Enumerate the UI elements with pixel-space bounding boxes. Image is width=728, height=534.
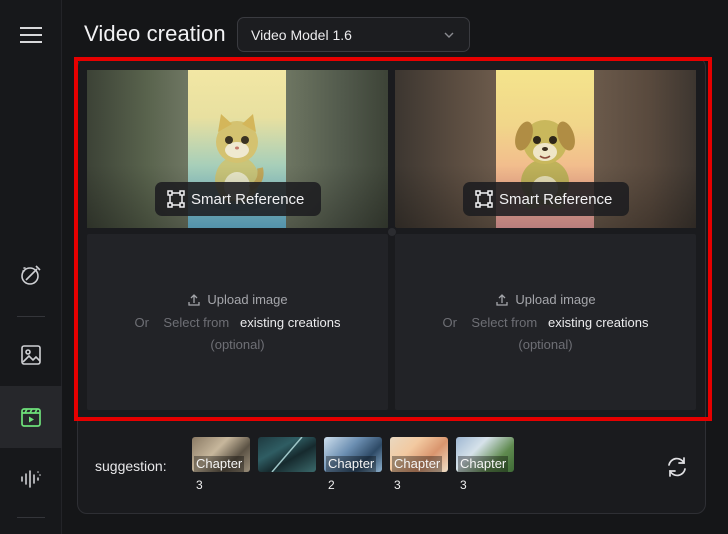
frame-select-icon (167, 190, 185, 208)
suggestion-caption: Chapter (326, 456, 377, 472)
model-select[interactable]: Video Model 1.6 (237, 17, 470, 52)
existing-creations-link[interactable]: existing creations (548, 315, 648, 330)
menu-button[interactable] (0, 4, 62, 66)
audio-wave-icon (21, 470, 41, 488)
suggestion-label: suggestion: (95, 458, 167, 474)
sidebar (0, 0, 62, 534)
chevron-down-icon (444, 32, 454, 38)
select-from-text: Select from (471, 315, 538, 330)
suggestion-thumbnail[interactable]: Chapter (390, 437, 448, 472)
upload-dropzone-start[interactable]: Upload image Or Select from existing cre… (87, 234, 388, 410)
select-from-row: Or Select from existing creations (87, 315, 388, 330)
upload-image-button[interactable]: Upload image (395, 292, 696, 307)
smart-reference-button[interactable]: Smart Reference (463, 182, 629, 216)
suggestion-number: 2 (328, 478, 335, 492)
or-text: Or (442, 315, 457, 330)
smart-reference-button[interactable]: Smart Reference (155, 182, 321, 216)
suggestion-thumbnail[interactable]: Chapter (324, 437, 382, 472)
suggestion-number: 3 (460, 478, 467, 492)
sidebar-item-video[interactable] (0, 386, 62, 448)
smart-reference-label: Smart Reference (499, 190, 613, 208)
sidebar-item-audio[interactable] (0, 448, 62, 510)
sidebar-divider (17, 316, 45, 317)
suggestion-thumbnail[interactable]: Chapter (456, 437, 514, 472)
magic-brush-icon (21, 265, 41, 285)
image-icon (21, 345, 41, 365)
select-from-row: Or Select from existing creations (395, 315, 696, 330)
optional-text: (optional) (518, 337, 573, 352)
existing-creations-link[interactable]: existing creations (240, 315, 340, 330)
upload-icon (496, 293, 509, 306)
suggestion-thumbnail[interactable] (258, 437, 316, 472)
sidebar-item-magic[interactable] (0, 244, 62, 306)
select-from-text: Select from (163, 315, 230, 330)
suggestion-number: 3 (394, 478, 401, 492)
upload-icon (188, 293, 201, 306)
suggestion-thumbnail[interactable]: Chapter (192, 437, 250, 472)
frame-select-icon (475, 190, 493, 208)
refresh-suggestions-button[interactable] (665, 455, 689, 479)
smart-reference-label: Smart Reference (191, 190, 305, 208)
upload-image-label: Upload image (515, 292, 596, 307)
suggestion-caption: Chapter (458, 456, 509, 472)
suggestion-caption: Chapter (194, 456, 245, 472)
sidebar-divider (17, 517, 45, 518)
refresh-icon (668, 457, 686, 477)
menu-icon (20, 27, 42, 43)
upload-dropzone-end[interactable]: Upload image Or Select from existing cre… (395, 234, 696, 410)
video-icon (21, 408, 41, 427)
or-text: Or (134, 315, 149, 330)
model-select-value: Video Model 1.6 (251, 26, 352, 43)
suggestion-number: 3 (196, 478, 203, 492)
sidebar-item-image[interactable] (0, 324, 62, 386)
suggestion-caption: Chapter (392, 456, 443, 472)
optional-text: (optional) (210, 337, 265, 352)
page-title: Video creation (84, 21, 226, 46)
upload-image-label: Upload image (207, 292, 288, 307)
upload-image-button[interactable]: Upload image (87, 292, 388, 307)
